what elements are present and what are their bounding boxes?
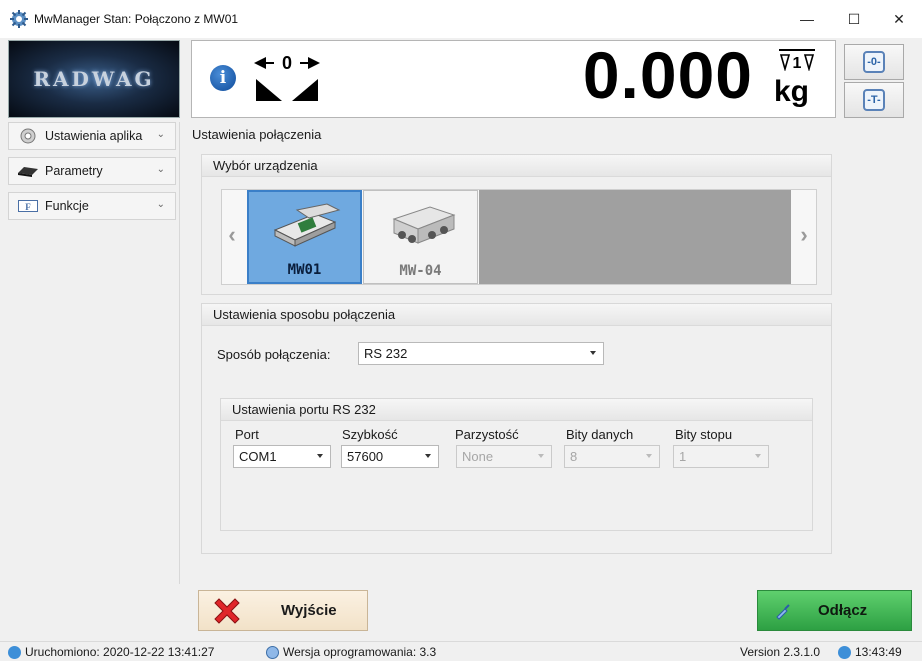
- device-label: MW-04: [399, 263, 442, 279]
- header: RADWAG i 0 0.000 1 kg -0- -T-: [0, 38, 922, 120]
- dropdown-caret-icon: [538, 454, 544, 458]
- data-bits-label: Bity danych: [566, 427, 634, 442]
- weight-display: i 0 0.000 1 kg: [191, 38, 836, 118]
- sidebar-item-label: Funkcje: [45, 199, 89, 213]
- sidebar-item-app-settings[interactable]: Ustawienia aplika ⌄: [8, 122, 176, 150]
- range-label: 1: [793, 55, 802, 71]
- brand-logo: RADWAG: [8, 40, 180, 118]
- device-tile-mw04[interactable]: MW-04: [363, 190, 478, 284]
- parity-label: Parzystość: [455, 427, 519, 442]
- parity-select: None: [456, 445, 552, 468]
- tare-button[interactable]: -T-: [844, 82, 904, 118]
- baudrate-select[interactable]: 57600: [341, 445, 439, 468]
- status-clock: 13:43:49: [838, 645, 902, 659]
- port-value: COM1: [239, 449, 277, 464]
- baudrate-label: Szybkość: [342, 427, 398, 442]
- clock-icon: [8, 645, 21, 659]
- device-image: [273, 203, 341, 247]
- function-icon: F: [17, 198, 39, 214]
- firmware-text: Wersja oprogramowania: 3.3: [283, 645, 437, 659]
- carousel-empty-area: [479, 190, 791, 284]
- stop-bits-select: 1: [673, 445, 769, 468]
- zero-indicator-icon: 0: [254, 53, 320, 101]
- dropdown-caret-icon: [425, 454, 431, 458]
- parity-value: None: [462, 449, 494, 464]
- maximize-button[interactable]: ☐: [831, 0, 877, 38]
- status-version: Version 2.3.1.0: [740, 645, 820, 659]
- tare-icon: -T-: [863, 89, 885, 111]
- connection-method-select[interactable]: RS 232: [358, 342, 604, 365]
- sidebar-item-functions[interactable]: F Funkcje ⌄: [8, 192, 176, 220]
- chevron-down-icon: ⌄: [156, 129, 165, 140]
- clock-text: 13:43:49: [855, 645, 902, 659]
- plug-icon: [776, 604, 790, 620]
- status-bar: Uruchomiono: 2020-12-22 13:41:27 Wersja …: [0, 641, 922, 661]
- device-selection-group: Wybór urządzenia ‹ MW01 MW-04 ›: [201, 154, 832, 295]
- group-title: Ustawienia portu RS 232: [221, 399, 812, 421]
- stop-bits-label: Bity stopu: [675, 427, 733, 442]
- main-panel: Ustawienia połączenia Wybór urządzenia ‹…: [179, 122, 922, 584]
- page-title: Ustawienia połączenia: [192, 127, 322, 142]
- range-indicator-icon: 1: [779, 49, 815, 71]
- sidebar-item-label: Parametry: [45, 164, 103, 178]
- gear-icon: [17, 128, 39, 144]
- firmware-icon: [266, 645, 279, 659]
- group-title: Wybór urządzenia: [202, 155, 831, 177]
- zero-button[interactable]: -0-: [844, 44, 904, 80]
- exit-button[interactable]: Wyjście: [198, 590, 368, 631]
- weight-value: 0.000: [582, 38, 753, 112]
- disconnect-button[interactable]: Odłącz: [757, 590, 912, 631]
- sidebar: Ustawienia aplika ⌄ Parametry ⌄ F Funkcj…: [8, 122, 178, 632]
- info-icon[interactable]: i: [210, 65, 236, 91]
- logo-text: RADWAG: [33, 67, 155, 91]
- device-carousel: ‹ MW01 MW-04 ›: [221, 189, 817, 285]
- stop-bits-value: 1: [679, 449, 687, 464]
- port-select[interactable]: COM1: [233, 445, 331, 468]
- weight-unit: kg: [773, 75, 809, 108]
- device-image: [392, 206, 456, 244]
- carousel-next-button[interactable]: ›: [796, 220, 812, 250]
- device-tile-mw01[interactable]: MW01: [247, 190, 362, 284]
- method-label: Sposób połączenia:: [217, 347, 331, 362]
- app-logo-icon: [10, 10, 28, 28]
- data-bits-select: 8: [564, 445, 660, 468]
- exit-button-label: Wyjście: [281, 602, 337, 619]
- zero-indicator-label: 0: [282, 53, 292, 73]
- dropdown-caret-icon: [646, 454, 652, 458]
- sidebar-item-label: Ustawienia aplika: [45, 129, 143, 143]
- chevron-down-icon: ⌄: [156, 199, 165, 210]
- zero-icon: -0-: [863, 51, 885, 73]
- window-title: MwManager Stan: Połączono z MW01: [34, 12, 239, 26]
- disconnect-button-label: Odłącz: [818, 602, 868, 619]
- status-started: Uruchomiono: 2020-12-22 13:41:27: [8, 645, 214, 659]
- port-label: Port: [235, 427, 259, 442]
- title-bar: MwManager Stan: Połączono z MW01 — ☐ ✕: [0, 0, 922, 38]
- svg-text:F: F: [25, 202, 31, 212]
- dropdown-caret-icon: [755, 454, 761, 458]
- dropdown-caret-icon: [590, 351, 596, 355]
- close-button[interactable]: ✕: [876, 0, 922, 38]
- baudrate-value: 57600: [347, 449, 384, 464]
- rs232-port-group: Ustawienia portu RS 232 Port COM1 Szybko…: [220, 398, 813, 531]
- scale-icon: [17, 163, 39, 179]
- sidebar-item-parameters[interactable]: Parametry ⌄: [8, 157, 176, 185]
- dropdown-caret-icon: [317, 454, 323, 458]
- group-title: Ustawienia sposobu połączenia: [202, 304, 831, 326]
- started-text: Uruchomiono: 2020-12-22 13:41:27: [25, 645, 215, 659]
- carousel-prev-button[interactable]: ‹: [224, 220, 240, 250]
- minimize-button[interactable]: —: [784, 0, 830, 38]
- app-window: MwManager Stan: Połączono z MW01 — ☐ ✕ R…: [0, 0, 922, 661]
- version-text: Version 2.3.1.0: [740, 645, 821, 659]
- connection-method-value: RS 232: [364, 346, 408, 361]
- data-bits-value: 8: [570, 449, 578, 464]
- status-firmware: Wersja oprogramowania: 3.3: [266, 645, 436, 659]
- red-x-icon: [214, 598, 240, 624]
- clock-icon: [838, 645, 851, 659]
- device-label: MW01: [287, 262, 322, 278]
- connection-method-group: Ustawienia sposobu połączenia Sposób poł…: [201, 303, 832, 554]
- chevron-down-icon: ⌄: [156, 164, 165, 175]
